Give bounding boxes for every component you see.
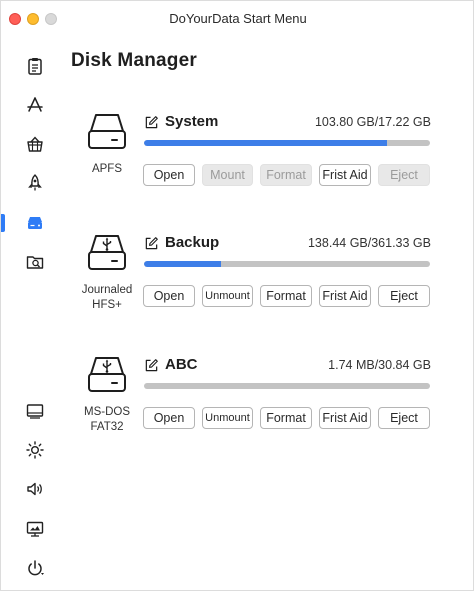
sidebar-item-clipboard[interactable] <box>19 50 51 82</box>
display-icon <box>26 404 44 419</box>
app-store-icon <box>27 97 43 112</box>
disk-drive-icon <box>28 217 42 229</box>
usb-drive-icon <box>88 235 126 270</box>
disk-filesystem: Journaled HFS+ <box>71 283 143 313</box>
sidebar-item-app-store[interactable] <box>19 89 51 121</box>
unmount-button[interactable]: Unmount <box>202 285 253 307</box>
disk-actions: Open Unmount Format Frist Aid Eject <box>143 285 433 307</box>
disk-header: Backup 138.44 GB/361.33 GB <box>144 234 431 254</box>
sidebar-item-basket[interactable] <box>19 128 51 160</box>
rename-edit-icon[interactable] <box>144 358 159 373</box>
disk-header: ABC 1.74 MB/30.84 GB <box>144 356 431 376</box>
sidebar-item-brightness[interactable] <box>19 434 51 466</box>
disk-usage-bar <box>144 261 430 267</box>
filesystem-label: HFS+ <box>92 299 122 311</box>
eject-button[interactable]: Eject <box>378 164 430 186</box>
clipboard-icon <box>28 58 42 75</box>
format-button[interactable]: Format <box>260 407 312 429</box>
format-button[interactable]: Format <box>260 285 312 307</box>
first-aid-button[interactable]: Frist Aid <box>319 407 371 429</box>
filesystem-label: APFS <box>91 163 123 175</box>
first-aid-button[interactable]: Frist Aid <box>319 285 371 307</box>
rename-edit-icon[interactable] <box>144 236 159 251</box>
disk-name: Backup <box>165 234 220 251</box>
disk-card-abc: MS-DOS FAT32 ABC 1.74 MB/30.84 GB Open U… <box>71 352 451 462</box>
sidebar-active-indicator <box>1 214 5 232</box>
disk-capacity: 103.80 GB/17.22 GB <box>314 115 431 129</box>
eject-button[interactable]: Eject <box>378 285 430 307</box>
sidebar-item-disk-manager[interactable] <box>19 207 51 239</box>
disk-card-system: APFS System 103.80 GB/17.22 GB Open Moun… <box>71 109 451 219</box>
usb-drive-icon <box>88 357 126 392</box>
open-button[interactable]: Open <box>143 407 195 429</box>
disk-capacity: 138.44 GB/361.33 GB <box>307 236 431 250</box>
disk-usage-fill <box>144 261 222 267</box>
filesystem-label: FAT32 <box>90 421 124 433</box>
filesystem-label: Journaled <box>81 284 133 296</box>
disk-actions: Open Mount Format Frist Aid Eject <box>143 164 433 186</box>
page-title: Disk Manager <box>71 50 197 71</box>
screen-capture-icon <box>26 521 44 537</box>
open-button[interactable]: Open <box>143 285 195 307</box>
sidebar-item-power[interactable] <box>19 552 51 584</box>
sidebar-item-volume[interactable] <box>19 473 51 505</box>
disk-capacity: 1.74 MB/30.84 GB <box>328 358 431 372</box>
mount-button[interactable]: Mount <box>202 164 253 186</box>
disk-actions: Open Unmount Format Frist Aid Eject <box>143 407 433 429</box>
internal-drive-icon <box>88 114 126 149</box>
window-title: DoYourData Start Menu <box>169 11 307 26</box>
app-window: DoYourData Start Menu Disk Manager APFS … <box>0 0 474 591</box>
disk-name: System <box>165 113 219 130</box>
disk-usage-bar <box>144 383 430 389</box>
filesystem-label: MS-DOS <box>84 406 130 418</box>
disk-card-backup: Journaled HFS+ Backup 138.44 GB/361.33 G… <box>71 230 451 340</box>
disk-name: ABC <box>165 356 198 373</box>
sidebar-item-display[interactable] <box>19 395 51 427</box>
basket-icon <box>27 136 43 152</box>
disk-usage-bar <box>144 140 430 146</box>
rename-edit-icon[interactable] <box>144 115 159 130</box>
sidebar <box>1 37 57 591</box>
unmount-button[interactable]: Unmount <box>202 407 253 429</box>
brightness-icon <box>26 441 44 459</box>
sidebar-item-screen-capture[interactable] <box>19 513 51 545</box>
eject-button[interactable]: Eject <box>378 407 430 429</box>
first-aid-button[interactable]: Frist Aid <box>319 164 371 186</box>
format-button[interactable]: Format <box>260 164 312 186</box>
sidebar-item-folder-search[interactable] <box>19 246 51 278</box>
sidebar-item-rocket[interactable] <box>19 167 51 199</box>
rocket-icon <box>28 174 42 191</box>
title-bar: DoYourData Start Menu <box>1 1 474 37</box>
folder-search-icon <box>26 256 44 269</box>
volume-icon <box>27 482 42 496</box>
power-icon <box>28 560 44 576</box>
disk-filesystem: APFS <box>71 162 143 177</box>
disk-usage-fill <box>144 140 388 146</box>
disk-filesystem: MS-DOS FAT32 <box>71 405 143 435</box>
disk-header: System 103.80 GB/17.22 GB <box>144 113 431 133</box>
open-button[interactable]: Open <box>143 164 195 186</box>
